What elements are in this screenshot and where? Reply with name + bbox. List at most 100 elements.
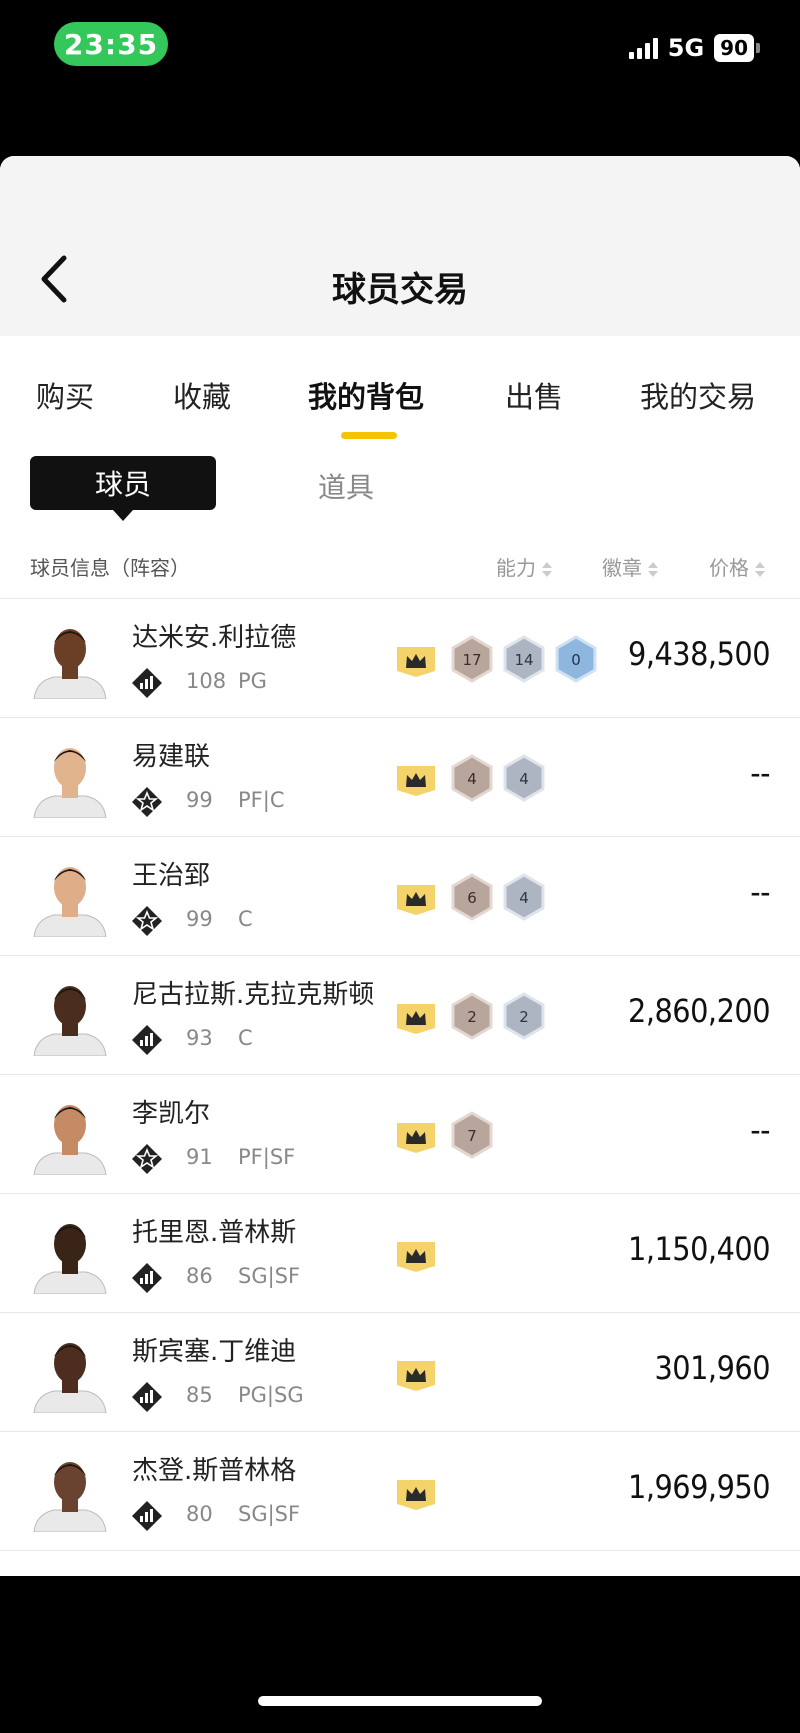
badge-count-icon: 2 xyxy=(451,992,493,1040)
player-overall: 86 xyxy=(186,1264,213,1288)
player-name: 达米安.利拉德 xyxy=(132,623,297,653)
player-row[interactable]: 尼古拉斯.克拉克斯顿 93 C 2 2 2,860,200 xyxy=(0,956,800,1075)
player-name: 尼古拉斯.克拉克斯顿 xyxy=(132,980,375,1010)
crown-badge-icon xyxy=(397,1242,435,1272)
svg-text:0: 0 xyxy=(571,651,581,669)
bars-rank-icon xyxy=(132,1263,162,1293)
crown-badge-icon xyxy=(397,1123,435,1153)
status-time: 23:35 xyxy=(54,22,168,66)
badge-count-icon: 4 xyxy=(451,754,493,802)
player-price: -- xyxy=(750,754,770,792)
player-overall: 91 xyxy=(186,1145,213,1169)
tab-my-trades[interactable]: 我的交易 xyxy=(640,374,756,416)
player-avatar xyxy=(33,1224,107,1294)
player-position: PF|C xyxy=(238,788,285,812)
col-ability-label: 能力 xyxy=(496,556,536,580)
player-avatar xyxy=(33,1105,107,1175)
crown-badge-icon xyxy=(397,1480,435,1510)
col-price[interactable]: 价格 xyxy=(709,552,765,581)
bars-rank-icon xyxy=(132,1025,162,1055)
player-overall: 99 xyxy=(186,907,213,931)
player-name: 李凯尔 xyxy=(132,1099,211,1129)
badge-count-icon: 17 xyxy=(451,635,493,683)
player-avatar xyxy=(33,748,107,818)
col-player-info: 球员信息（阵容） xyxy=(30,556,190,580)
player-position: PG|SG xyxy=(238,1383,304,1407)
player-row[interactable]: 托里恩.普林斯 86 SG|SF 1,150,400 xyxy=(0,1194,800,1313)
player-row[interactable]: 李凯尔 91 PF|SF 7 -- xyxy=(0,1075,800,1194)
player-name: 易建联 xyxy=(132,742,211,772)
nav-header: 球员交易 xyxy=(0,156,800,336)
player-avatar xyxy=(33,629,107,699)
sort-icon xyxy=(542,561,552,579)
crown-badge-icon xyxy=(397,1361,435,1391)
player-overall: 93 xyxy=(186,1026,213,1050)
player-name: 托里恩.普林斯 xyxy=(132,1218,297,1248)
main-tabs: 购买 收藏 我的背包 出售 我的交易 xyxy=(0,336,800,456)
player-row[interactable]: 王治郅 99 C 6 4 -- xyxy=(0,837,800,956)
cellular-signal-icon xyxy=(628,37,658,59)
player-price: 2,860,200 xyxy=(628,992,770,1030)
player-name: 斯宾塞.丁维迪 xyxy=(132,1337,297,1367)
player-row[interactable]: 斯宾塞.丁维迪 85 PG|SG 301,960 xyxy=(0,1313,800,1432)
bars-rank-icon xyxy=(132,1382,162,1412)
player-overall: 80 xyxy=(186,1502,213,1526)
sort-icon xyxy=(755,561,765,579)
player-row[interactable]: 易建联 99 PF|C 4 4 -- xyxy=(0,718,800,837)
star-rank-icon xyxy=(132,906,162,936)
col-badge[interactable]: 徽章 xyxy=(602,552,658,581)
home-indicator[interactable] xyxy=(258,1696,542,1706)
star-rank-icon xyxy=(132,1144,162,1174)
badge-count-icon: 0 xyxy=(555,635,597,683)
bars-rank-icon xyxy=(132,1501,162,1531)
bars-rank-icon xyxy=(132,668,162,698)
tab-sell[interactable]: 出售 xyxy=(505,374,563,416)
player-price: 1,969,950 xyxy=(628,1468,770,1506)
player-price: -- xyxy=(750,1111,770,1149)
crown-badge-icon xyxy=(397,766,435,796)
tab-favorites[interactable]: 收藏 xyxy=(173,374,231,416)
player-price: 9,438,500 xyxy=(628,635,770,673)
badge-count-icon: 6 xyxy=(451,873,493,921)
player-price: 1,150,400 xyxy=(628,1230,770,1268)
player-avatar xyxy=(33,1462,107,1532)
player-avatar xyxy=(33,1343,107,1413)
player-position: PF|SF xyxy=(238,1145,296,1169)
svg-text:4: 4 xyxy=(519,889,529,907)
player-name: 王治郅 xyxy=(132,861,211,891)
col-ability[interactable]: 能力 xyxy=(496,552,552,581)
battery-level: 90 xyxy=(714,34,754,62)
battery-icon: 90 xyxy=(714,34,760,62)
player-row[interactable]: 达米安.利拉德 108 PG 17 14 0 9,438,500 xyxy=(0,599,800,718)
star-rank-icon xyxy=(132,787,162,817)
sort-icon xyxy=(648,561,658,579)
svg-text:14: 14 xyxy=(514,651,533,669)
sub-tabs: 球员 道具 xyxy=(0,456,800,546)
crown-badge-icon xyxy=(397,885,435,915)
player-price: -- xyxy=(750,873,770,911)
svg-text:17: 17 xyxy=(462,651,481,669)
trade-sheet: 球员交易 购买 收藏 我的背包 出售 我的交易 球员 道具 球员信息（阵容） 能… xyxy=(0,156,800,1576)
crown-badge-icon xyxy=(397,1004,435,1034)
svg-text:4: 4 xyxy=(467,770,477,788)
player-avatar xyxy=(33,986,107,1056)
tab-my-backpack[interactable]: 我的背包 xyxy=(308,374,424,416)
subtab-players[interactable]: 球员 xyxy=(30,456,216,521)
col-badge-label: 徽章 xyxy=(602,556,642,580)
player-list: 达米安.利拉德 108 PG 17 14 0 9,438,500 易建联 99 … xyxy=(0,599,800,1551)
player-overall: 85 xyxy=(186,1383,213,1407)
player-position: C xyxy=(238,1026,253,1050)
badge-count-icon: 2 xyxy=(503,992,545,1040)
svg-text:7: 7 xyxy=(467,1127,477,1145)
player-name: 杰登.斯普林格 xyxy=(132,1456,297,1486)
network-type: 5G xyxy=(667,34,705,62)
subtab-items[interactable]: 道具 xyxy=(318,466,374,506)
player-row[interactable]: 杰登.斯普林格 80 SG|SF 1,969,950 xyxy=(0,1432,800,1551)
tab-buy[interactable]: 购买 xyxy=(36,374,94,416)
badge-count-icon: 4 xyxy=(503,873,545,921)
player-overall: 108 xyxy=(186,669,227,693)
player-overall: 99 xyxy=(186,788,213,812)
svg-text:4: 4 xyxy=(519,770,529,788)
badge-count-icon: 7 xyxy=(451,1111,493,1159)
page-title: 球员交易 xyxy=(332,270,468,310)
